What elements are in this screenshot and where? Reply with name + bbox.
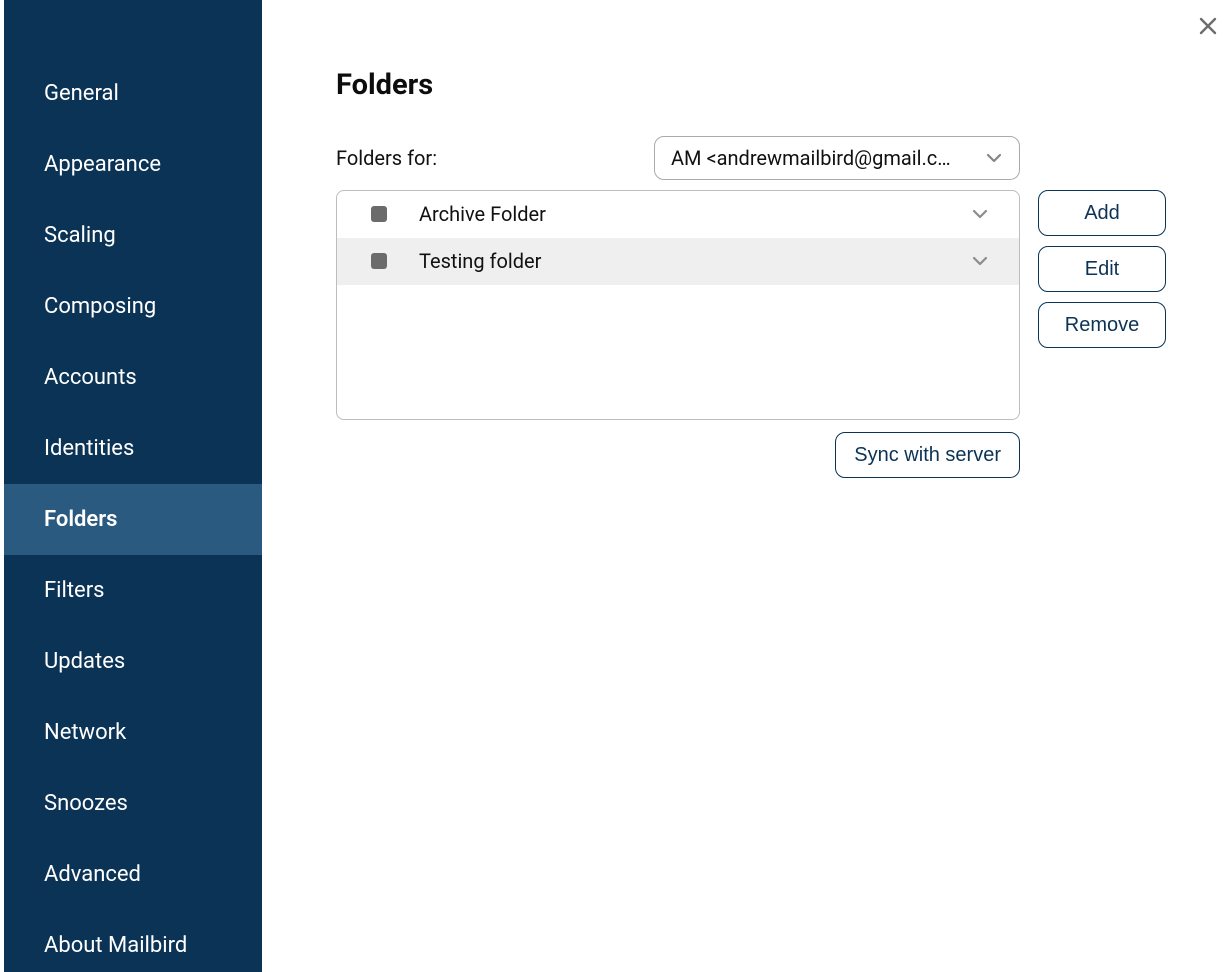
sidebar-item-appearance[interactable]: Appearance [4,129,262,200]
folder-row[interactable]: Archive Folder [337,191,1019,238]
close-icon [1199,17,1217,35]
button-label: Edit [1085,258,1119,281]
button-label: Sync with server [854,444,1001,467]
folders-for-label: Folders for: [336,146,437,170]
remove-button[interactable]: Remove [1038,302,1166,348]
close-button[interactable] [1194,12,1222,40]
sidebar-item-label: Network [44,720,126,745]
sidebar-item-label: Identities [44,436,134,461]
sidebar-item-label: Scaling [44,223,116,248]
folder-row[interactable]: Testing folder [337,238,1019,285]
sync-button[interactable]: Sync with server [835,432,1020,478]
settings-sidebar: General Appearance Scaling Composing Acc… [4,0,262,972]
folder-list: Archive Folder Testing folder [336,190,1020,420]
button-label: Remove [1065,314,1139,337]
account-select-value: AM <andrewmailbird@gmail.c… [671,146,977,170]
sidebar-item-about[interactable]: About Mailbird [4,910,262,972]
sidebar-item-label: Composing [44,294,156,319]
sidebar-item-accounts[interactable]: Accounts [4,342,262,413]
folder-name: Archive Folder [419,202,971,226]
sidebar-item-scaling[interactable]: Scaling [4,200,262,271]
button-label: Add [1084,202,1120,225]
sidebar-item-filters[interactable]: Filters [4,555,262,626]
chevron-down-icon [985,149,1003,167]
sidebar-item-general[interactable]: General [4,58,262,129]
sidebar-item-label: Snoozes [44,791,128,816]
sidebar-item-label: About Mailbird [44,933,187,958]
sidebar-item-advanced[interactable]: Advanced [4,839,262,910]
sidebar-item-label: Accounts [44,365,137,390]
add-button[interactable]: Add [1038,190,1166,236]
sidebar-item-network[interactable]: Network [4,697,262,768]
folder-icon [371,253,387,269]
sidebar-item-label: Updates [44,649,125,674]
sidebar-item-snoozes[interactable]: Snoozes [4,768,262,839]
sidebar-item-updates[interactable]: Updates [4,626,262,697]
edit-button[interactable]: Edit [1038,246,1166,292]
sidebar-item-identities[interactable]: Identities [4,413,262,484]
chevron-down-icon [971,205,989,223]
page-title: Folders [336,68,1166,102]
sidebar-item-label: General [44,81,119,106]
folder-name: Testing folder [419,249,971,273]
sidebar-item-composing[interactable]: Composing [4,271,262,342]
sidebar-item-label: Filters [44,578,105,603]
folder-icon [371,206,387,222]
sidebar-item-label: Appearance [44,152,161,177]
account-select[interactable]: AM <andrewmailbird@gmail.c… [654,136,1020,180]
sidebar-item-label: Folders [44,507,118,532]
sidebar-item-folders[interactable]: Folders [4,484,262,555]
main-content: Folders Folders for: AM <andrewmailbird@… [262,0,1227,972]
sidebar-item-label: Advanced [44,862,141,887]
chevron-down-icon [971,252,989,270]
